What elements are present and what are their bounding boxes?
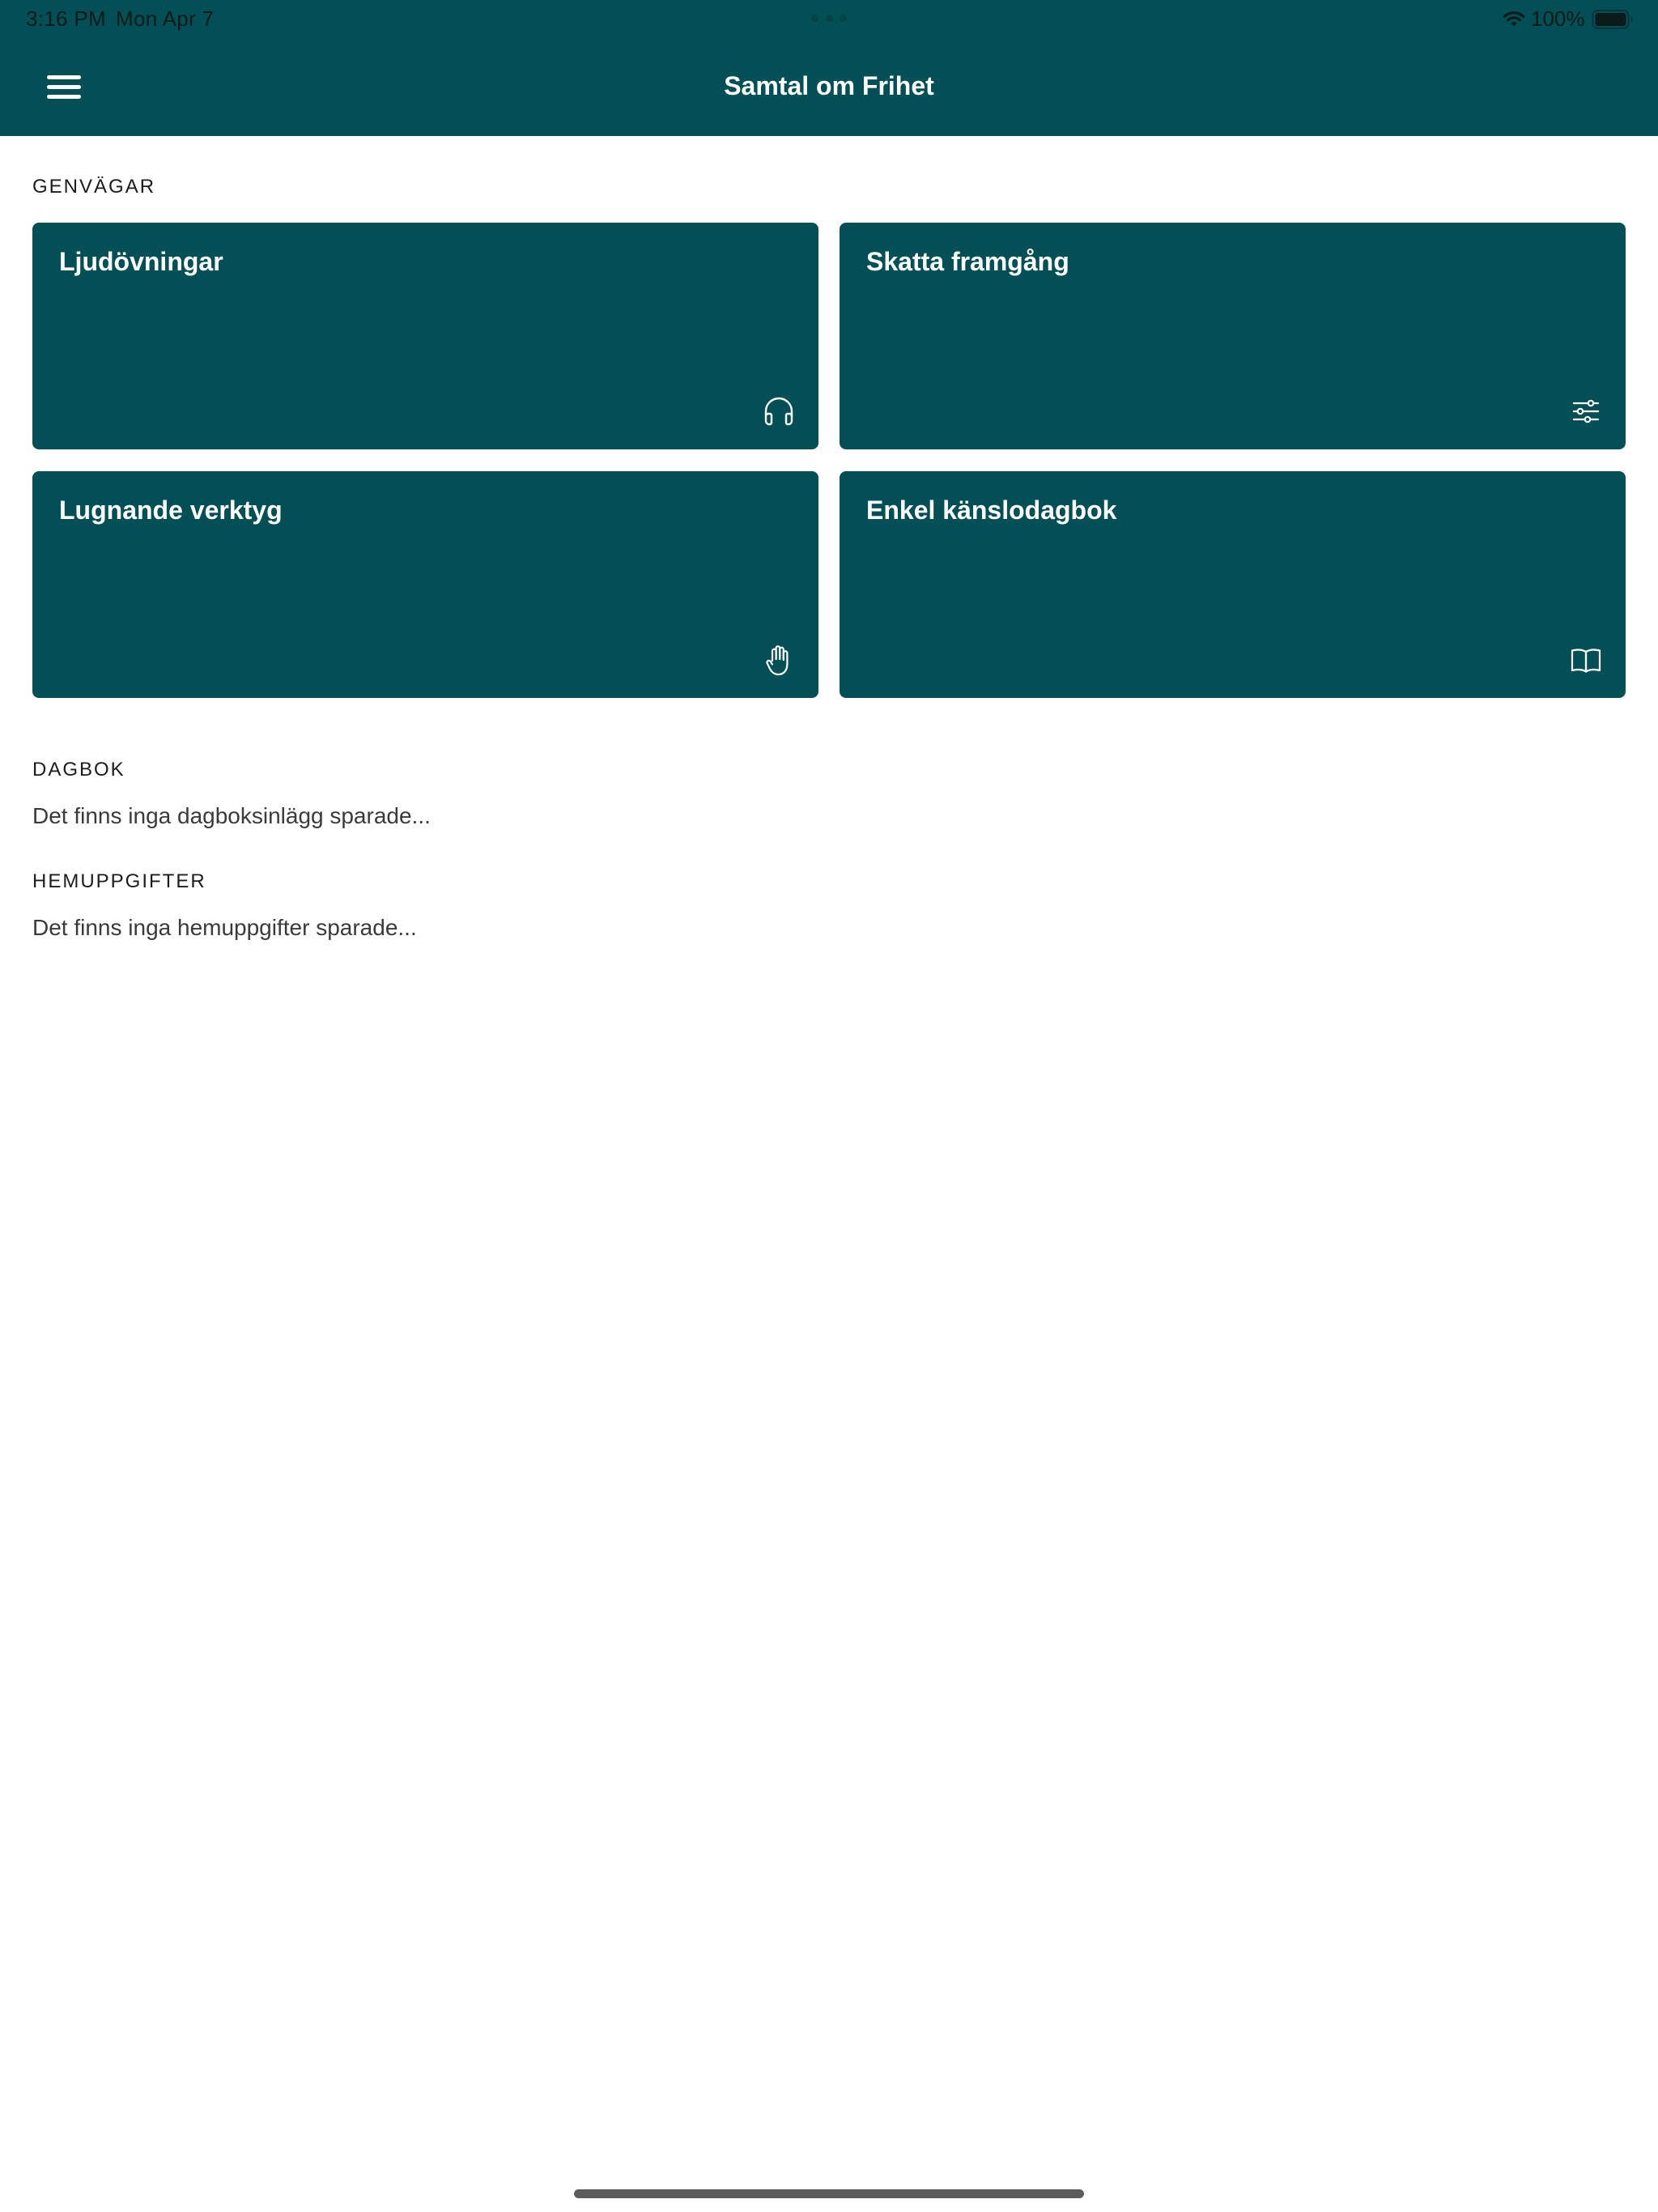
shortcut-card-enkel-kanslodagbok[interactable]: Enkel känslodagbok xyxy=(840,471,1626,698)
card-title: Lugnande verktyg xyxy=(59,496,283,525)
homework-empty-text: Det finns inga hemuppgifter sparade... xyxy=(32,915,417,940)
home-indicator[interactable] xyxy=(574,2189,1084,2198)
headphones-icon xyxy=(764,397,793,426)
sliders-icon xyxy=(1572,399,1600,423)
shortcut-card-ljudovningar[interactable]: Ljudövningar xyxy=(32,223,818,449)
book-icon xyxy=(1571,649,1601,673)
card-title: Skatta framgång xyxy=(866,247,1069,276)
shortcut-card-lugnande-verktyg[interactable]: Lugnande verktyg xyxy=(32,471,818,698)
card-title: Ljudövningar xyxy=(59,247,223,276)
status-bar: 3:16 PM Mon Apr 7 100% xyxy=(0,0,1658,39)
status-time: 3:16 PM xyxy=(26,6,106,31)
diary-empty-text: Det finns inga dagboksinlägg sparade... xyxy=(32,803,431,828)
shortcuts-section-label: GENVÄGAR xyxy=(32,176,156,198)
wifi-icon xyxy=(1503,11,1525,27)
page-title: Samtal om Frihet xyxy=(724,71,934,100)
battery-percentage: 100% xyxy=(1531,6,1585,31)
homework-section-label: HEMUPPGIFTER xyxy=(32,870,206,892)
card-title: Enkel känslodagbok xyxy=(866,496,1117,525)
battery-icon xyxy=(1592,10,1633,29)
diary-section-label: DAGBOK xyxy=(32,759,125,781)
hand-icon xyxy=(766,645,789,676)
shortcut-card-skatta-framgang[interactable]: Skatta framgång xyxy=(840,223,1626,449)
multitasking-icon[interactable] xyxy=(811,15,847,23)
app-header: 3:16 PM Mon Apr 7 100% Samtal om Frihet xyxy=(0,0,1658,136)
status-date: Mon Apr 7 xyxy=(116,6,215,31)
